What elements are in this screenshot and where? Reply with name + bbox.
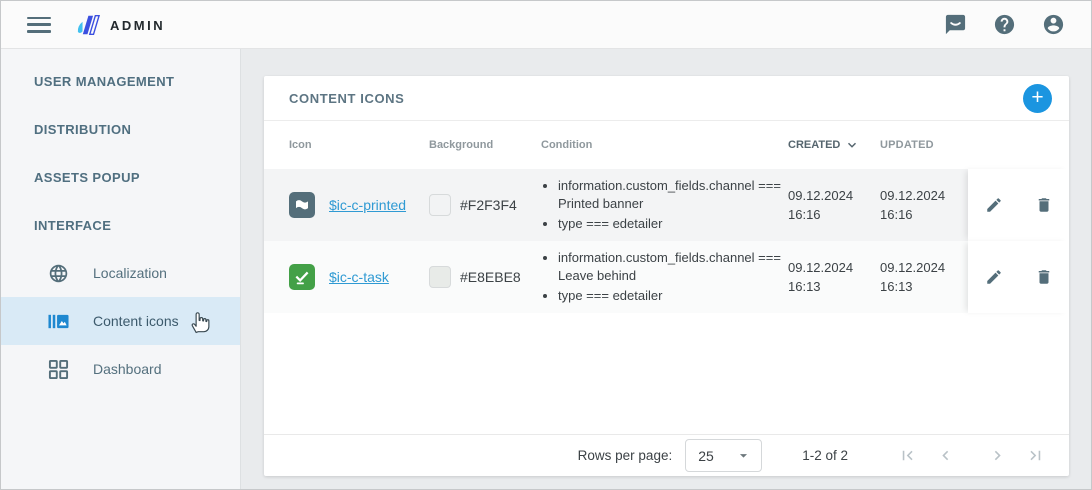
icon-link[interactable]: $ic-c-printed [329,197,406,213]
condition-cell: information.custom_fields.channel === Le… [541,241,788,313]
last-page-icon [1026,446,1045,465]
delete-button[interactable] [1033,194,1055,216]
column-header-updated: UPDATED [880,139,968,151]
chat-icon[interactable] [944,13,967,36]
admin-app-window: Admin USER MANAGEMENT DISTRIBUTION ASSET… [0,0,1092,490]
top-bar: Admin [1,1,1091,49]
row-actions [968,241,1069,313]
flag-icon [289,192,315,218]
logo-icon [73,12,101,38]
top-bar-actions [944,13,1065,36]
task-check-icon [289,264,315,290]
condition-list: information.custom_fields.channel === Le… [541,249,788,305]
pencil-icon [985,268,1003,286]
sidebar-section-interface[interactable]: INTERFACE [1,201,240,249]
brand-title: Admin [110,14,165,35]
column-header-condition: Condition [541,139,788,151]
edit-button[interactable] [983,266,1005,288]
column-header-created[interactable]: CREATED [788,138,880,152]
color-swatch [429,266,451,288]
card-header: CONTENT ICONS + [264,76,1069,121]
sidebar-section-user-management[interactable]: USER MANAGEMENT [1,57,240,105]
dropdown-caret-icon [735,447,752,464]
delete-button[interactable] [1033,266,1055,288]
dashboard-grid-icon [48,359,69,380]
prev-page-icon [936,446,955,465]
globe-icon [48,263,69,284]
first-page-icon [898,446,917,465]
table-header-row: Icon Background Condition CREATED UPDATE… [264,121,1069,169]
updated-cell: 09.12.2024 16:13 [880,258,968,296]
column-header-background: Background [429,139,541,151]
help-icon[interactable] [993,13,1016,36]
condition-list: information.custom_fields.channel === Pr… [541,177,788,233]
rows-per-page-label: Rows per page: [578,448,673,463]
row-actions [968,169,1069,241]
color-hex-value: #F2F3F4 [460,197,517,213]
sidebar-section-assets-popup[interactable]: ASSETS POPUP [1,153,240,201]
add-content-icon-button[interactable]: + [1023,84,1052,113]
first-page-button[interactable] [898,446,917,465]
trash-icon [1035,268,1053,286]
created-cell: 09.12.2024 16:13 [788,258,880,296]
account-icon[interactable] [1042,13,1065,36]
trash-icon [1035,196,1053,214]
pagination-bar: Rows per page: 25 1-2 of 2 [264,434,1069,476]
color-hex-value: #E8EBE8 [460,269,521,285]
content-icons-card: CONTENT ICONS + Icon Background Conditio… [264,76,1069,476]
main-content: CONTENT ICONS + Icon Background Conditio… [242,49,1091,489]
sidebar-item-content-icons[interactable]: Content icons [1,297,240,345]
content-icons-icon [48,311,69,332]
condition-item: information.custom_fields.channel === Pr… [558,177,788,213]
menu-icon[interactable] [27,17,51,33]
table-row: $ic-c-task #E8EBE8 information.custom_fi… [264,241,1069,313]
condition-cell: information.custom_fields.channel === Pr… [541,169,788,241]
page-range-label: 1-2 of 2 [802,448,848,463]
rows-per-page-value: 25 [698,448,714,464]
sidebar-item-dashboard[interactable]: Dashboard [1,345,240,393]
created-cell: 09.12.2024 16:16 [788,186,880,224]
condition-item: information.custom_fields.channel === Le… [558,249,788,285]
pager-controls [898,446,1045,465]
rows-per-page-select[interactable]: 25 [685,439,762,472]
icon-link[interactable]: $ic-c-task [329,269,389,285]
sidebar-item-label: Content icons [93,313,179,329]
chevron-down-icon [845,138,859,152]
plus-icon: + [1031,84,1043,111]
condition-item: type === edetailer [558,287,788,305]
next-page-icon [988,446,1007,465]
sidebar-section-distribution[interactable]: DISTRIBUTION [1,105,240,153]
pencil-icon [985,196,1003,214]
sidebar-item-localization[interactable]: Localization [1,249,240,297]
color-swatch [429,194,451,216]
page-title: CONTENT ICONS [289,91,404,106]
table-row: $ic-c-printed #F2F3F4 information.custom… [264,169,1069,241]
prev-page-button[interactable] [936,446,955,465]
next-page-button[interactable] [988,446,1007,465]
column-header-icon: Icon [289,139,429,151]
edit-button[interactable] [983,194,1005,216]
sidebar: USER MANAGEMENT DISTRIBUTION ASSETS POPU… [1,49,241,489]
last-page-button[interactable] [1026,446,1045,465]
sidebar-item-label: Localization [93,265,167,281]
brand-logo: Admin [73,12,165,38]
updated-cell: 09.12.2024 16:16 [880,186,968,224]
sidebar-item-label: Dashboard [93,361,162,377]
condition-item: type === edetailer [558,215,788,233]
